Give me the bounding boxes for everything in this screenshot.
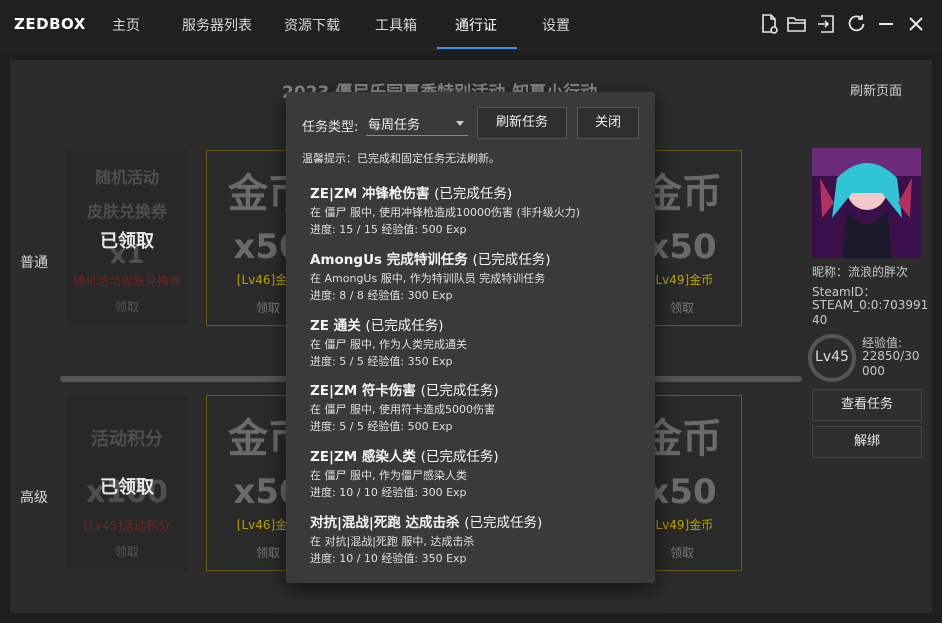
row-label-normal: 普通 xyxy=(20,255,48,271)
task-title: ZE 通关 xyxy=(310,318,361,334)
claim-button[interactable]: 领取 xyxy=(66,298,188,315)
claimed-badge: 已领取 xyxy=(100,477,154,498)
reward-name-line2: 皮肤兑换券 xyxy=(86,202,167,221)
task-title: ZE|ZM 符卡伤害 xyxy=(310,383,416,399)
steamid-value-line2: 40 xyxy=(812,313,828,327)
task-description: 在 AmongUs 服中, 作为特训队员 完成特训任务 xyxy=(310,272,546,285)
task-status: (已完成任务) xyxy=(420,449,499,465)
tab-resource-download[interactable]: 资源下载 xyxy=(284,15,340,35)
tab-settings[interactable]: 设置 xyxy=(542,15,570,35)
tab-server-list[interactable]: 服务器列表 xyxy=(182,15,252,35)
task-progress: 进度: 5 / 5 经验值: 500 Exp xyxy=(310,420,453,433)
close-dialog-button[interactable]: 关闭 xyxy=(577,107,639,139)
chevron-down-icon xyxy=(456,121,464,126)
task-item: 对抗|混战|死跑 达成击杀 (已完成任务) 在 对抗|混战|死跑 服中, 达成击… xyxy=(310,511,640,566)
level-value: Lv45 xyxy=(815,349,849,365)
minimize-icon[interactable] xyxy=(875,13,897,35)
task-status: (已完成任务) xyxy=(472,252,551,268)
task-title: ZE|ZM 感染人类 xyxy=(310,449,416,465)
claimed-badge: 已领取 xyxy=(100,231,154,252)
task-item: ZE 通关 (已完成任务) 在 僵尸 服中, 作为人类完成通关 进度: 5 / … xyxy=(310,314,640,369)
task-description: 在 僵尸 服中, 使用冲锋枪造成10000伤害 (非升级火力) xyxy=(310,206,581,219)
tab-home[interactable]: 主页 xyxy=(112,15,140,35)
tab-pass[interactable]: 通行证 xyxy=(455,15,497,35)
refresh-icon[interactable] xyxy=(845,13,867,35)
nickname: 昵称：流浪的胖次 xyxy=(812,265,909,279)
task-description: 在 僵尸 服中, 作为僵尸感染人类 xyxy=(310,469,467,482)
task-status: (已完成任务) xyxy=(434,186,513,202)
task-title: ZE|ZM 冲锋枪伤害 xyxy=(310,186,430,202)
avatar xyxy=(812,148,921,258)
task-progress: 进度: 10 / 10 经验值: 350 Exp xyxy=(310,552,467,565)
login-icon[interactable] xyxy=(815,13,837,35)
view-tasks-button[interactable]: 查看任务 xyxy=(812,389,922,421)
task-item: ZE|ZM 冲锋枪伤害 (已完成任务) 在 僵尸 服中, 使用冲锋枪造成1000… xyxy=(310,182,640,237)
task-title: AmongUs 完成特训任务 xyxy=(310,252,468,268)
task-item: AmongUs 完成特训任务 (已完成任务) 在 AmongUs 服中, 作为特… xyxy=(310,248,640,303)
title-bar: ZEDBOX 主页 服务器列表 资源下载 工具箱 通行证 设置 xyxy=(0,0,942,50)
task-progress: 进度: 10 / 10 经验值: 300 Exp xyxy=(310,486,467,499)
task-description: 在 僵尸 服中, 作为人类完成通关 xyxy=(310,338,467,351)
task-description: 在 僵尸 服中, 使用符卡造成5000伤害 xyxy=(310,403,495,416)
task-item: ZE|ZM 符卡伤害 (已完成任务) 在 僵尸 服中, 使用符卡造成5000伤害… xyxy=(310,379,640,434)
refresh-tasks-button[interactable]: 刷新任务 xyxy=(477,107,567,139)
level-ring: Lv45 xyxy=(808,334,856,382)
task-status: (已完成任务) xyxy=(365,318,444,334)
task-type-label: 任务类型: xyxy=(302,120,359,135)
task-dialog: 任务类型: 每周任务 刷新任务 关闭 温馨提示：已完成和固定任务无法刷新。 ZE… xyxy=(286,92,655,583)
task-progress: 进度: 15 / 15 经验值: 500 Exp xyxy=(310,223,467,236)
unbind-button[interactable]: 解绑 xyxy=(812,426,922,458)
active-tab-indicator xyxy=(437,47,517,49)
task-title: 对抗|混战|死跑 达成击杀 xyxy=(310,515,460,531)
task-description: 在 对抗|混战|死跑 服中, 达成击杀 xyxy=(310,535,475,548)
close-icon[interactable] xyxy=(905,13,927,35)
folder-icon[interactable] xyxy=(786,13,808,35)
task-status: (已完成任务) xyxy=(420,383,499,399)
reward-name-line1: 随机活动 xyxy=(94,168,159,187)
row-label-advanced: 高级 xyxy=(20,490,48,506)
task-item: ZE|ZM 感染人类 (已完成任务) 在 僵尸 服中, 作为僵尸感染人类 进度:… xyxy=(310,445,640,500)
reward-name: 活动积分 xyxy=(91,429,163,450)
tip-text: 温馨提示：已完成和固定任务无法刷新。 xyxy=(302,152,500,165)
task-progress: 进度: 5 / 5 经验值: 350 Exp xyxy=(310,355,453,368)
refresh-page-button[interactable]: 刷新页面 xyxy=(850,80,902,99)
steamid-value-line1: STEAM_0:0:703991 xyxy=(812,298,929,312)
task-status: (已完成任务) xyxy=(464,515,543,531)
exp-value-line2: 000 xyxy=(862,364,885,378)
tab-toolbox[interactable]: 工具箱 xyxy=(375,15,417,35)
exp-value-line1: 22850/30 xyxy=(862,349,920,363)
reward-subtitle: [Lv45]活动积分 xyxy=(83,519,171,533)
file-settings-icon[interactable] xyxy=(758,13,780,35)
claim-button[interactable]: 领取 xyxy=(66,543,188,560)
reward-subtitle: 随机活动皮肤兑换券 xyxy=(72,274,181,288)
app-brand: ZEDBOX xyxy=(14,15,86,33)
task-type-select[interactable]: 每周任务 xyxy=(366,110,468,136)
task-progress: 进度: 8 / 8 经验值: 300 Exp xyxy=(310,289,453,302)
task-type-value: 每周任务 xyxy=(368,118,421,133)
